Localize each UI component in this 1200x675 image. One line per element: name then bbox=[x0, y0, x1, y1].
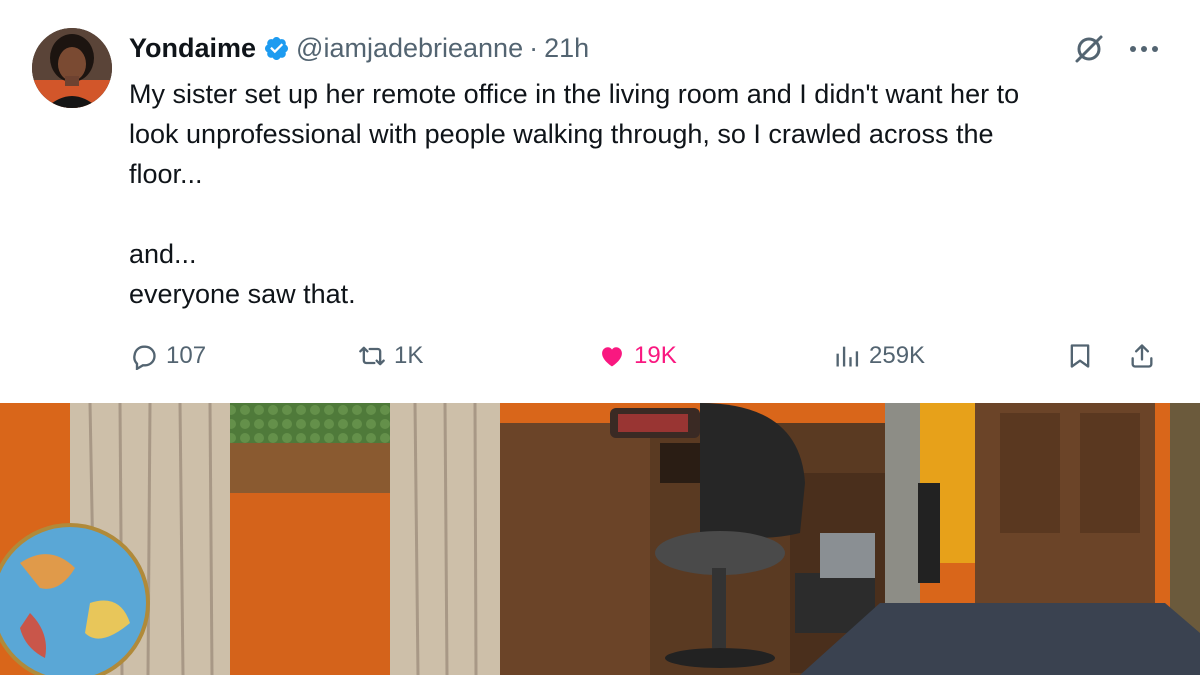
office-room-image bbox=[0, 403, 1200, 675]
like-button[interactable]: 19K bbox=[598, 336, 677, 376]
views-button[interactable]: 259K bbox=[833, 336, 925, 376]
separator-dot: · bbox=[529, 32, 539, 63]
tweet-paragraph-1: My sister set up her remote office in th… bbox=[129, 79, 1020, 189]
action-bar: 107 1K 19K 259K bbox=[0, 336, 1200, 376]
heart-icon bbox=[602, 347, 622, 367]
views-icon bbox=[836, 346, 859, 367]
share-button[interactable] bbox=[1128, 336, 1156, 376]
repost-button[interactable]: 1K bbox=[358, 336, 423, 376]
like-count: 19K bbox=[634, 342, 677, 369]
author-handle[interactable]: @iamjadebrieanne bbox=[296, 33, 523, 64]
bookmark-button[interactable] bbox=[1066, 336, 1094, 376]
share-icon bbox=[1131, 344, 1153, 368]
views-count: 259K bbox=[869, 342, 926, 369]
tweet-paragraph-2: and... everyone saw that. bbox=[129, 239, 356, 309]
reply-count: 107 bbox=[166, 342, 207, 369]
more-icon[interactable] bbox=[1124, 32, 1164, 66]
tweet-photo[interactable] bbox=[0, 403, 1200, 675]
bookmark-icon bbox=[1070, 344, 1090, 368]
tweet-header: Yondaime @iamjadebrieanne · 21h bbox=[129, 28, 589, 68]
tweet-text: My sister set up her remote office in th… bbox=[129, 74, 1169, 314]
avatar[interactable] bbox=[32, 28, 112, 108]
repost-icon bbox=[359, 346, 385, 366]
grok-icon[interactable] bbox=[1072, 32, 1106, 66]
timestamp[interactable]: 21h bbox=[544, 33, 589, 64]
reply-button[interactable]: 107 bbox=[130, 336, 206, 376]
verified-badge-icon bbox=[265, 36, 289, 60]
reply-icon bbox=[133, 345, 156, 370]
repost-count: 1K bbox=[394, 342, 424, 369]
author-name[interactable]: Yondaime bbox=[129, 33, 256, 64]
tweet-card[interactable]: Yondaime @iamjadebrieanne · 21h My siste… bbox=[0, 0, 1200, 403]
